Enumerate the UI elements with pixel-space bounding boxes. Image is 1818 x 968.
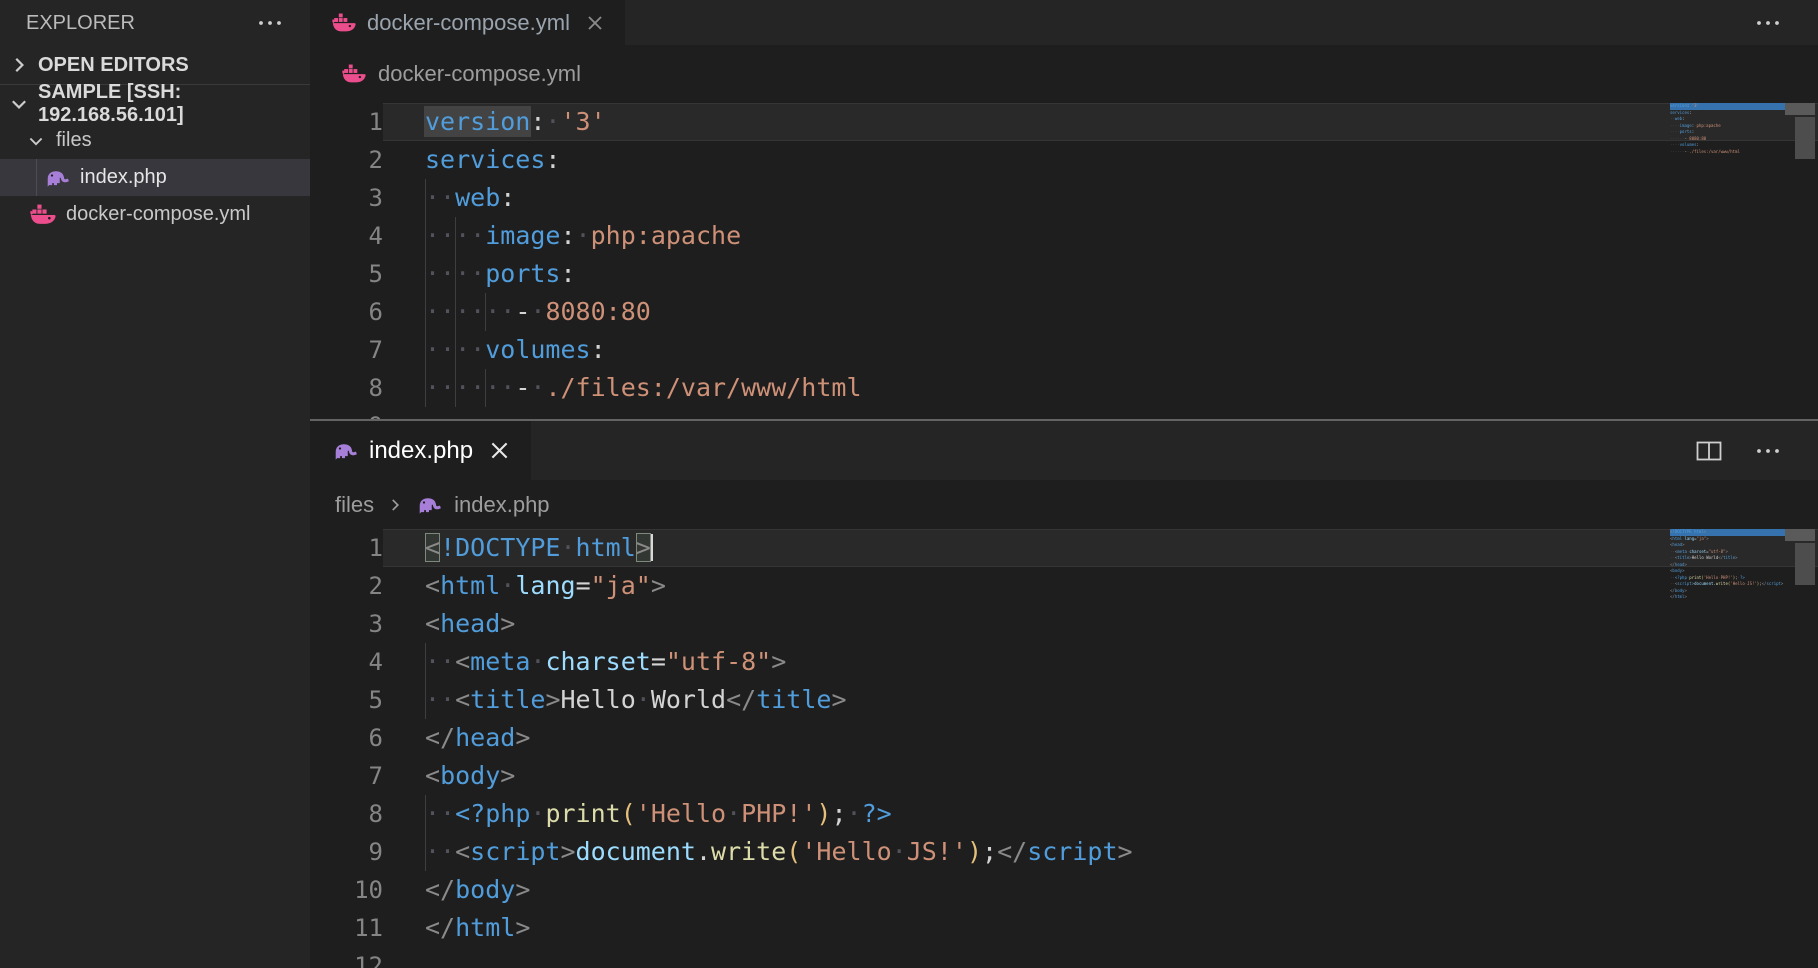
php-file-icon	[332, 440, 358, 461]
editor-group-bottom: index.php files	[310, 421, 1818, 968]
line-number: 7	[310, 331, 383, 369]
line-number: 3	[310, 605, 383, 643]
minimap[interactable]: version:·'3'services:··web:····image:·ph…	[1670, 103, 1792, 162]
line-number: 7	[310, 757, 383, 795]
code-line[interactable]: 5····ports:	[310, 255, 1818, 293]
code-line[interactable]: 9··<script>document.write('Hello·JS!');<…	[310, 833, 1818, 871]
line-number: 2	[310, 141, 383, 179]
line-number: 10	[310, 871, 383, 909]
code-line[interactable]: 11</html>	[310, 909, 1818, 947]
breadcrumb: docker-compose.yml	[310, 45, 1818, 103]
line-number: 6	[310, 719, 383, 757]
indent-guide	[36, 159, 37, 196]
open-editors-section[interactable]: OPEN EDITORS	[0, 46, 310, 84]
breadcrumb: files index.php	[310, 480, 1818, 529]
line-number: 1	[310, 103, 383, 141]
file-tree: files index.php docker-compose.yml	[0, 122, 310, 233]
editor-more-actions-icon[interactable]	[1756, 447, 1780, 455]
code-editor-index-php[interactable]: 1<!DOCTYPE·html>2<html·lang="ja">3<head>…	[310, 529, 1818, 968]
code-line[interactable]: 1<!DOCTYPE·html>	[310, 529, 1818, 567]
line-number: 4	[310, 643, 383, 681]
tree-item-label: docker-compose.yml	[66, 203, 251, 226]
docker-file-icon	[342, 64, 366, 83]
breadcrumb-item[interactable]: index.php	[454, 492, 549, 518]
code-line[interactable]: 5··<title>Hello·World</title>	[310, 681, 1818, 719]
code-line[interactable]: 8······-·./files:/var/www/html	[310, 369, 1818, 407]
code-line[interactable]: 2<html·lang="ja">	[310, 567, 1818, 605]
close-tab-icon[interactable]	[490, 441, 509, 460]
docker-file-icon	[30, 204, 56, 225]
line-number: 2	[310, 567, 383, 605]
tree-item-label: index.php	[80, 166, 167, 189]
chevron-down-icon	[8, 93, 30, 115]
editor-more-actions-icon[interactable]	[1756, 19, 1780, 27]
code-line[interactable]: 12	[310, 947, 1818, 968]
chevron-right-icon	[8, 54, 30, 76]
tree-item-label: files	[56, 129, 92, 152]
tree-item-files[interactable]: files	[0, 122, 310, 159]
scrollbar-thumb[interactable]	[1795, 543, 1815, 585]
text-cursor	[651, 534, 653, 561]
tab-docker-compose[interactable]: docker-compose.yml	[310, 0, 625, 45]
explorer-title: EXPLORER	[26, 12, 135, 35]
line-number: 9	[310, 833, 383, 871]
code-line[interactable]: 6······-·8080:80	[310, 293, 1818, 331]
php-file-icon	[416, 494, 442, 515]
line-number: 9	[310, 407, 383, 419]
tree-item-docker-compose-yml[interactable]: docker-compose.yml	[0, 196, 310, 233]
line-number: 8	[310, 795, 383, 833]
line-number: 12	[310, 947, 383, 968]
workspace-label: SAMPLE [SSH: 192.168.56.101]	[38, 81, 310, 127]
split-editor-icon[interactable]	[1696, 440, 1722, 462]
breadcrumb-item[interactable]: files	[335, 492, 374, 518]
php-file-icon	[44, 167, 70, 188]
overview-ruler-decoration	[1785, 529, 1815, 541]
line-number: 1	[310, 529, 383, 567]
code-line[interactable]: 10</body>	[310, 871, 1818, 909]
tabbar-top: docker-compose.yml	[310, 0, 1818, 45]
code-line[interactable]: 7<body>	[310, 757, 1818, 795]
chevron-down-icon	[26, 131, 46, 151]
line-number: 4	[310, 217, 383, 255]
tab-index-php[interactable]: index.php	[310, 421, 531, 480]
breadcrumb-chevron-icon	[386, 496, 404, 514]
line-number: 11	[310, 909, 383, 947]
line-number: 8	[310, 369, 383, 407]
code-line[interactable]: 2services:	[310, 141, 1818, 179]
line-number: 5	[310, 681, 383, 719]
code-line[interactable]: 1version:·'3'	[310, 103, 1818, 141]
code-line[interactable]: 7····volumes:	[310, 331, 1818, 369]
code-line[interactable]: 4····image:·php:apache	[310, 217, 1818, 255]
vscode-window: EXPLORER OPEN EDITORS SAMPLE [SSH: 192.1…	[0, 0, 1818, 968]
line-number: 3	[310, 179, 383, 217]
explorer-more-actions-icon[interactable]	[258, 19, 282, 27]
code-line[interactable]: 3<head>	[310, 605, 1818, 643]
workspace-section[interactable]: SAMPLE [SSH: 192.168.56.101]	[0, 84, 310, 122]
tab-label: index.php	[369, 437, 473, 465]
editor-group-top: docker-compose.yml docker-compose.yml	[310, 0, 1818, 419]
code-line[interactable]: 8··<?php·print('Hello·PHP!');·?>	[310, 795, 1818, 833]
editor-area: docker-compose.yml docker-compose.yml	[310, 0, 1818, 968]
scrollbar-thumb[interactable]	[1795, 117, 1815, 159]
code-editor-docker-compose[interactable]: 1version:·'3'2services:3··web:4····image…	[310, 103, 1818, 419]
close-tab-icon[interactable]	[587, 15, 603, 31]
code-line[interactable]: 4··<meta·charset="utf-8">	[310, 643, 1818, 681]
minimap[interactable]: <!DOCTYPE·html><html·lang="ja"><head>··<…	[1670, 529, 1792, 607]
line-number: 5	[310, 255, 383, 293]
docker-file-icon	[332, 13, 356, 32]
overview-ruler-decoration	[1785, 103, 1815, 115]
tree-item-index-php[interactable]: index.php	[0, 159, 310, 196]
editor-group-border[interactable]	[310, 419, 1818, 421]
line-number: 6	[310, 293, 383, 331]
tabbar-bottom: index.php	[310, 421, 1818, 480]
explorer-sidebar: EXPLORER OPEN EDITORS SAMPLE [SSH: 192.1…	[0, 0, 310, 968]
open-editors-label: OPEN EDITORS	[38, 54, 189, 77]
code-line[interactable]: 9	[310, 407, 1818, 419]
code-line[interactable]: 6</head>	[310, 719, 1818, 757]
tab-label: docker-compose.yml	[367, 10, 570, 36]
breadcrumb-item[interactable]: docker-compose.yml	[378, 61, 581, 87]
code-line[interactable]: 3··web:	[310, 179, 1818, 217]
